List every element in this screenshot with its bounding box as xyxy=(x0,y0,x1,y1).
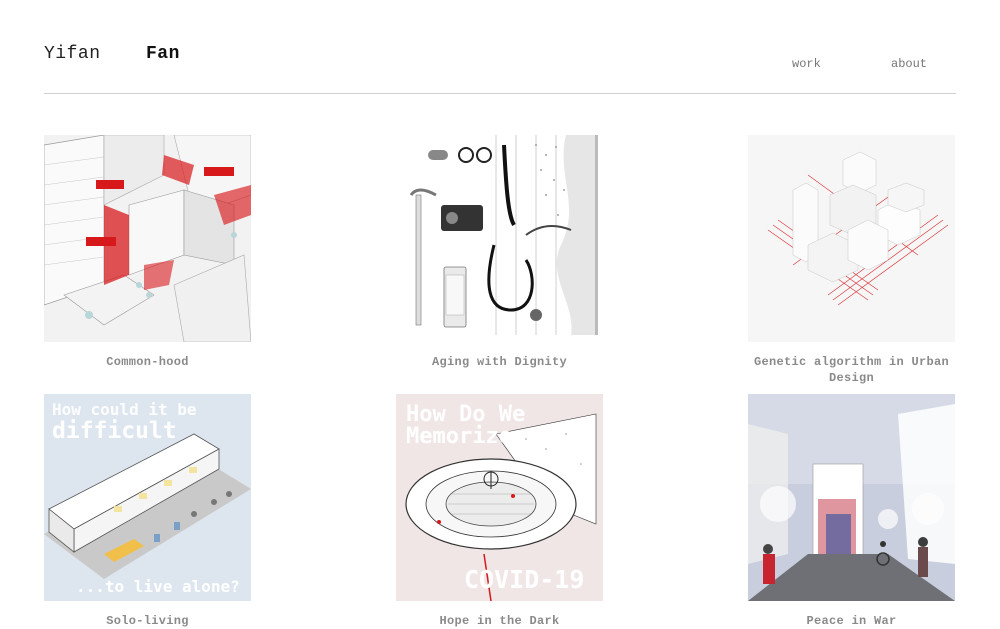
housing-axonometric-image[interactable]: How could it be difficult ...to live alo… xyxy=(44,394,251,601)
project-card-hope-in-the-dark[interactable]: How Do We Memorize COVID-19 Hope in the … xyxy=(396,394,603,629)
nav-about-link[interactable]: about xyxy=(891,57,927,71)
project-card-aging-with-dignity[interactable]: Aging with Dignity xyxy=(396,135,603,370)
project-card-solo-living[interactable]: How could it be difficult ...to live alo… xyxy=(44,394,251,629)
project-title[interactable]: Solo-living xyxy=(44,613,251,629)
white-blocks-model-image[interactable] xyxy=(748,135,955,342)
project-title[interactable]: Common-hood xyxy=(44,354,251,370)
site-header: Yifan Fan work about xyxy=(44,0,956,94)
site-name-last[interactable]: Fan xyxy=(146,44,180,64)
project-title[interactable]: Aging with Dignity xyxy=(396,354,603,370)
urban-axonometric-image[interactable] xyxy=(44,135,251,342)
site-name-first[interactable]: Yifan xyxy=(44,44,101,64)
nav-work-link[interactable]: work xyxy=(792,57,821,71)
thumb-overlay-text: Memorize xyxy=(406,424,512,449)
project-title[interactable]: Genetic algorithm in Urban Design xyxy=(748,354,955,386)
thumb-overlay-text: COVID-19 xyxy=(464,565,585,594)
project-card-peace-in-war[interactable]: Peace in War xyxy=(748,394,955,629)
project-card-genetic-algorithm[interactable]: Genetic algorithm in Urban Design xyxy=(748,135,955,386)
memorial-plan-image[interactable]: How Do We Memorize COVID-19 xyxy=(396,394,603,601)
thumb-overlay-text: ...to live alone? xyxy=(76,577,240,596)
thumb-overlay-text: How could it be xyxy=(52,400,197,419)
project-title[interactable]: Hope in the Dark xyxy=(396,613,603,629)
thumb-overlay-text: difficult xyxy=(52,418,177,444)
everyday-objects-collage-image[interactable] xyxy=(396,135,603,342)
project-title[interactable]: Peace in War xyxy=(748,613,955,629)
project-card-common-hood[interactable]: Common-hood xyxy=(44,135,251,370)
street-rendering-image[interactable] xyxy=(748,394,955,601)
